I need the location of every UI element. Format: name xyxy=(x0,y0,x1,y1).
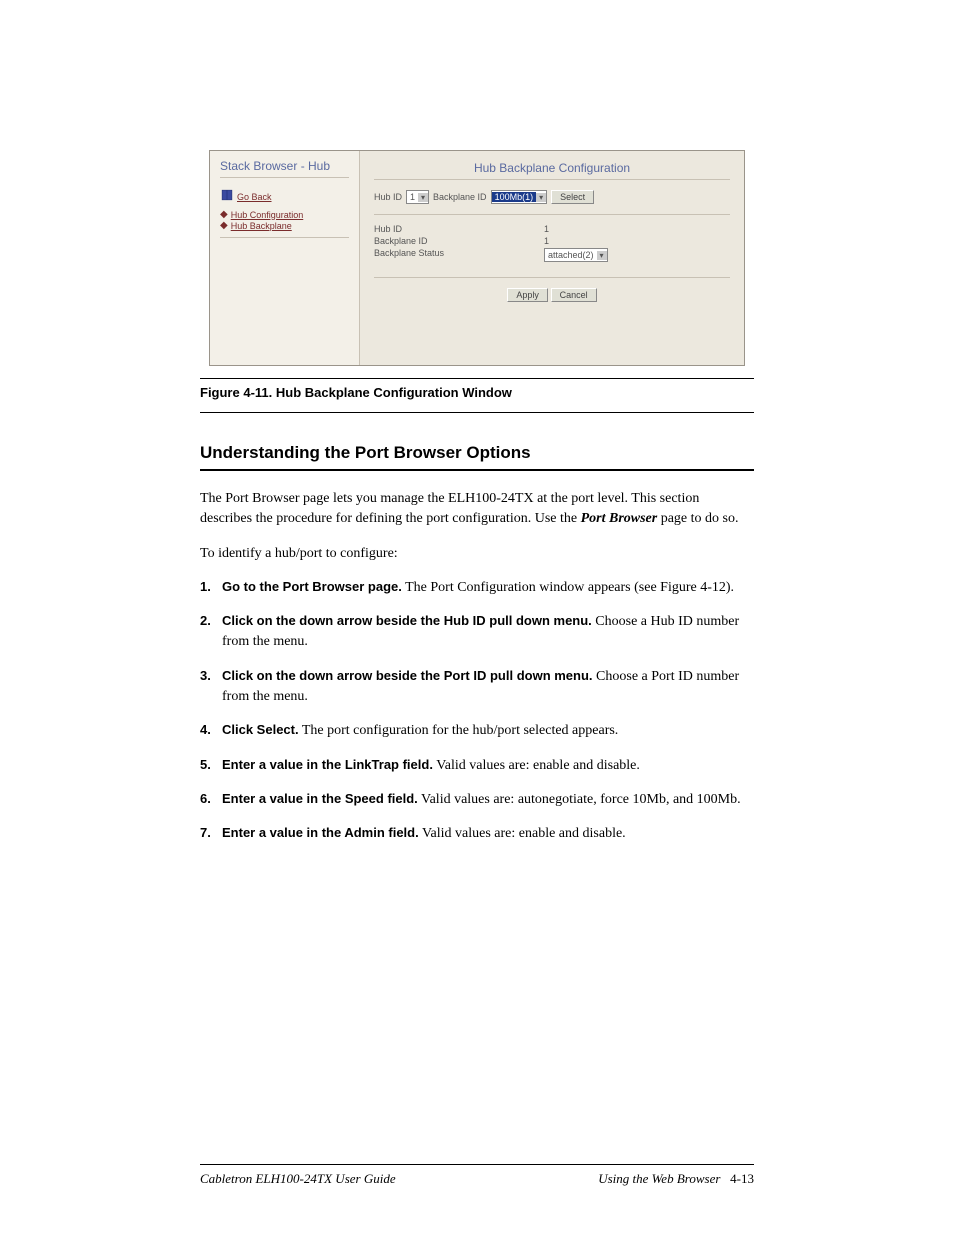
step-5: 5. Enter a value in the LinkTrap field. … xyxy=(200,756,754,776)
select-button[interactable]: Select xyxy=(551,190,594,204)
footer-right: Using the Web Browser 4-13 xyxy=(598,1171,754,1187)
heading-rule xyxy=(200,469,754,471)
sidebar-divider xyxy=(220,237,349,238)
bullet-icon: ◆ xyxy=(220,209,228,220)
cancel-button[interactable]: Cancel xyxy=(551,288,597,302)
step-3: 3. Click on the down arrow beside the Po… xyxy=(200,667,754,708)
bullet-icon: ◆ xyxy=(220,220,228,231)
figure-caption: Figure 4-11. Hub Backplane Configuration… xyxy=(200,385,754,400)
hub-backplane-link[interactable]: Hub Backplane xyxy=(231,221,292,231)
row-hubid-value: 1 xyxy=(544,223,730,235)
hubid-select[interactable]: 1 ▾ xyxy=(406,190,429,204)
step-4: 4. Click Select. The port configuration … xyxy=(200,721,754,741)
hub-configuration-link[interactable]: Hub Configuration xyxy=(231,210,304,220)
bpstatus-select[interactable]: attached(2) ▾ xyxy=(544,248,608,262)
step-7: 7. Enter a value in the Admin field. Val… xyxy=(200,824,754,844)
sidebar-title: Stack Browser - Hub xyxy=(220,159,349,178)
chevron-down-icon: ▾ xyxy=(536,193,546,202)
book-icon xyxy=(220,188,234,205)
hubid-label: Hub ID xyxy=(374,192,402,202)
page-number: 4-13 xyxy=(730,1171,754,1186)
row-bpid-label: Backplane ID xyxy=(374,235,544,247)
row-hubid-label: Hub ID xyxy=(374,223,544,235)
panel-title: Hub Backplane Configuration xyxy=(374,161,730,180)
divider xyxy=(374,277,730,278)
embedded-screenshot: Stack Browser - Hub Go Back ◆ Hub Config… xyxy=(209,150,745,366)
footer: Cabletron ELH100-24TX User Guide Using t… xyxy=(200,1171,754,1187)
sidebar-link-1[interactable]: ◆ Hub Configuration xyxy=(220,209,349,220)
info-grid: Hub ID 1 Backplane ID 1 Backplane Status… xyxy=(374,215,730,271)
chevron-down-icon: ▾ xyxy=(597,251,607,260)
bpid-label: Backplane ID xyxy=(433,192,487,202)
screenshot-main: Hub Backplane Configuration Hub ID 1 ▾ B… xyxy=(360,151,744,365)
go-back-link[interactable]: Go Back xyxy=(237,192,272,202)
bpid-select[interactable]: 100Mb(1) ▾ xyxy=(491,190,548,204)
screenshot-sidebar: Stack Browser - Hub Go Back ◆ Hub Config… xyxy=(210,151,360,365)
step-1: 1. Go to the Port Browser page. The Port… xyxy=(200,578,754,598)
button-row: Apply Cancel xyxy=(374,288,730,302)
step-2: 2. Click on the down arrow beside the Hu… xyxy=(200,612,754,653)
row-bpstatus-label: Backplane Status xyxy=(374,247,544,263)
apply-button[interactable]: Apply xyxy=(507,288,548,302)
row-bpid-value: 1 xyxy=(544,235,730,247)
document-page: Stack Browser - Hub Go Back ◆ Hub Config… xyxy=(0,0,954,1235)
section-heading: Understanding the Port Browser Options xyxy=(200,443,754,463)
go-back-row[interactable]: Go Back xyxy=(220,188,349,205)
footer-rule xyxy=(200,1164,754,1165)
step-6: 6. Enter a value in the Speed field. Val… xyxy=(200,790,754,810)
chevron-down-icon: ▾ xyxy=(418,193,428,202)
selector-row: Hub ID 1 ▾ Backplane ID 100Mb(1) ▾ Selec… xyxy=(374,190,730,215)
figure-rule-bottom xyxy=(200,412,754,413)
paragraph-2: To identify a hub/port to configure: xyxy=(200,544,754,564)
footer-left: Cabletron ELH100-24TX User Guide xyxy=(200,1171,396,1187)
figure-rule-top xyxy=(200,378,754,379)
paragraph-1: The Port Browser page lets you manage th… xyxy=(200,489,754,530)
sidebar-link-2[interactable]: ◆ Hub Backplane xyxy=(220,220,349,231)
